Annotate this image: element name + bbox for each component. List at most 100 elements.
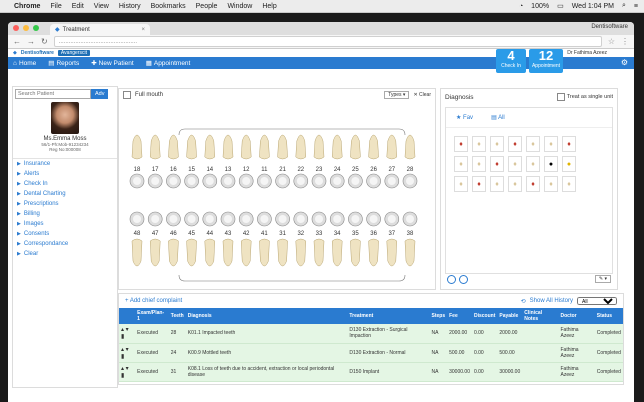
column-header[interactable]: Doctor [559, 308, 595, 324]
types-dropdown[interactable]: Types ▾ [384, 91, 410, 99]
mac-menu-item[interactable]: File [50, 3, 61, 10]
nav-reports[interactable]: ▤ Reports [48, 59, 79, 68]
url-field[interactable]: ........................................… [53, 36, 602, 47]
history-filter-select[interactable]: All [577, 297, 617, 305]
row-sort-icon[interactable]: ▴ ▾ ▮ [119, 324, 135, 343]
column-header[interactable]: Fee [447, 308, 472, 324]
sidebar-item-alerts[interactable]: ▶ Alerts [13, 169, 117, 179]
forward-icon[interactable]: → [27, 37, 35, 46]
table-row[interactable]: ▴ ▾ ▮ Executed 24 K00.9 Mottled teeth D130 E… [119, 343, 623, 362]
sidebar-item-prescriptions[interactable]: ▶ Prescriptions [13, 199, 117, 209]
clinic-badge[interactable]: Avangerscit [57, 50, 90, 56]
row-sort-icon[interactable]: ▴ ▾ ▮ [119, 362, 135, 381]
table-row[interactable]: ▴ ▾ ▮ Executed 31 K08.1 Loss of teeth due t… [119, 362, 623, 381]
tab-all[interactable]: ▤ All [491, 114, 505, 121]
tooth-34[interactable]: 34 [329, 211, 345, 267]
tooth-47[interactable]: 47 [147, 211, 163, 267]
diagnosis-option-icon[interactable]: ♦ [526, 176, 540, 192]
diagnosis-option-icon[interactable]: ♦ [526, 156, 540, 172]
tooth-45[interactable]: 45 [184, 211, 199, 267]
mac-menu-item[interactable]: History [119, 3, 141, 10]
tooth-16[interactable]: 16 [166, 134, 181, 189]
diagnosis-option-icon[interactable]: ♦ [490, 156, 504, 172]
tooth-46[interactable]: 46 [166, 211, 181, 267]
advanced-search-button[interactable]: Adv [91, 89, 109, 99]
nav-new-patient[interactable]: ✚ New Patient [91, 59, 134, 68]
search-patient-input[interactable] [15, 89, 91, 99]
back-icon[interactable]: ← [13, 37, 21, 46]
tooth-17[interactable]: 17 [147, 134, 163, 189]
sidebar-item-dental-charting[interactable]: ▶ Dental Charting [13, 189, 117, 199]
tooth-27[interactable]: 27 [384, 134, 400, 189]
tooth-42[interactable]: 42 [238, 211, 254, 267]
profile-name[interactable]: Dentisoftware [591, 24, 628, 30]
diagnosis-option-icon[interactable]: ♦ [562, 136, 576, 152]
prev-icon[interactable] [447, 275, 456, 284]
tooth-26[interactable]: 26 [366, 134, 381, 189]
battery-icon[interactable]: ▭ [557, 2, 564, 10]
diagnosis-option-icon[interactable]: ♦ [454, 176, 468, 192]
diagnosis-option-icon[interactable]: ♦ [454, 156, 468, 172]
avatar[interactable] [51, 102, 79, 134]
diagnosis-option-icon[interactable]: ● [562, 156, 576, 172]
column-header[interactable]: Teeth [169, 308, 186, 324]
row-sort-icon[interactable]: ▴ ▾ ▮ [119, 343, 135, 362]
search-icon[interactable]: ⌕ [622, 2, 626, 10]
diagnosis-option-icon[interactable]: ● [544, 156, 558, 172]
appointment-counter[interactable]: 12 Appointment [529, 49, 563, 73]
diagnosis-option-icon[interactable]: ♦ [544, 136, 558, 152]
column-header[interactable]: Clinical Notes [522, 308, 558, 324]
mac-menu-item[interactable]: Edit [72, 3, 84, 10]
column-header[interactable]: Diagnosis [186, 308, 348, 324]
edit-icon[interactable]: ✎ ▾ [594, 275, 611, 283]
tooth-21[interactable]: 21 [275, 134, 290, 189]
tooth-48[interactable]: 48 [129, 211, 145, 267]
settings-gear-icon[interactable]: ⚙ [621, 58, 628, 67]
sidebar-item-images[interactable]: ▶ Images [13, 219, 117, 229]
tooth-28[interactable]: 28 [402, 134, 418, 189]
user-name[interactable]: Dr Fathima Azeez [567, 50, 607, 56]
diagnosis-option-icon[interactable]: ♦ [562, 176, 576, 192]
sidebar-item-consents[interactable]: ▶ Consents [13, 229, 117, 239]
nav-appointment[interactable]: ▦ Appointment [146, 59, 191, 68]
column-header[interactable]: Exam/Plan-1 [135, 308, 169, 324]
sidebar-item-billing[interactable]: ▶ Billing [13, 209, 117, 219]
diagnosis-option-icon[interactable]: ♦ [472, 156, 486, 172]
mac-menu-item[interactable]: Chrome [14, 3, 40, 10]
diagnosis-option-icon[interactable]: ♦ [508, 156, 522, 172]
mac-menu-item[interactable]: Help [262, 3, 276, 10]
close-tab-icon[interactable]: × [141, 27, 145, 33]
diagnosis-option-icon[interactable]: ♦ [454, 136, 468, 152]
maximize-window-icon[interactable] [33, 25, 39, 31]
tooth-37[interactable]: 37 [384, 211, 400, 267]
reload-icon[interactable]: ↻ [41, 37, 48, 46]
tooth-22[interactable]: 22 [293, 134, 309, 189]
column-header[interactable]: Treatment [347, 308, 429, 324]
wifi-icon[interactable]: ◔ [519, 3, 523, 10]
tooth-36[interactable]: 36 [366, 211, 381, 267]
diagnosis-option-icon[interactable]: ♦ [472, 136, 486, 152]
add-complaint-button[interactable]: + Add chief complaint [125, 298, 182, 304]
next-icon[interactable] [459, 275, 468, 284]
diagnosis-option-icon[interactable]: ♦ [472, 176, 486, 192]
column-header[interactable]: Discount [472, 308, 497, 324]
tooth-15[interactable]: 15 [184, 134, 199, 189]
tooth-12[interactable]: 12 [238, 134, 254, 189]
tooth-33[interactable]: 33 [311, 211, 327, 267]
tooth-38[interactable]: 38 [402, 211, 418, 267]
sidebar-item-insurance[interactable]: ▶ Insurance [13, 159, 117, 169]
tooth-24[interactable]: 24 [329, 134, 345, 189]
mac-menu-item[interactable]: View [94, 3, 109, 10]
column-header[interactable]: Steps [430, 308, 448, 324]
close-window-icon[interactable] [13, 25, 19, 31]
sidebar-item-clear[interactable]: ▶ Clear [13, 249, 117, 259]
clear-chart-button[interactable]: ✕ Clear [413, 92, 431, 98]
single-unit-option[interactable]: Treat as single unit [556, 93, 613, 101]
tooth-18[interactable]: 18 [129, 134, 145, 189]
chrome-menu-icon[interactable]: ⋮ [621, 37, 629, 46]
table-row[interactable]: ▴ ▾ ▮ Executed 28 K01.1 Impacted teeth D130 … [119, 324, 623, 343]
sidebar-item-correspondance[interactable]: ▶ Correspondance [13, 239, 117, 249]
tooth-25[interactable]: 25 [348, 134, 363, 189]
column-header[interactable]: Payable [497, 308, 522, 324]
menu-list-icon[interactable]: ≡ [634, 3, 638, 10]
